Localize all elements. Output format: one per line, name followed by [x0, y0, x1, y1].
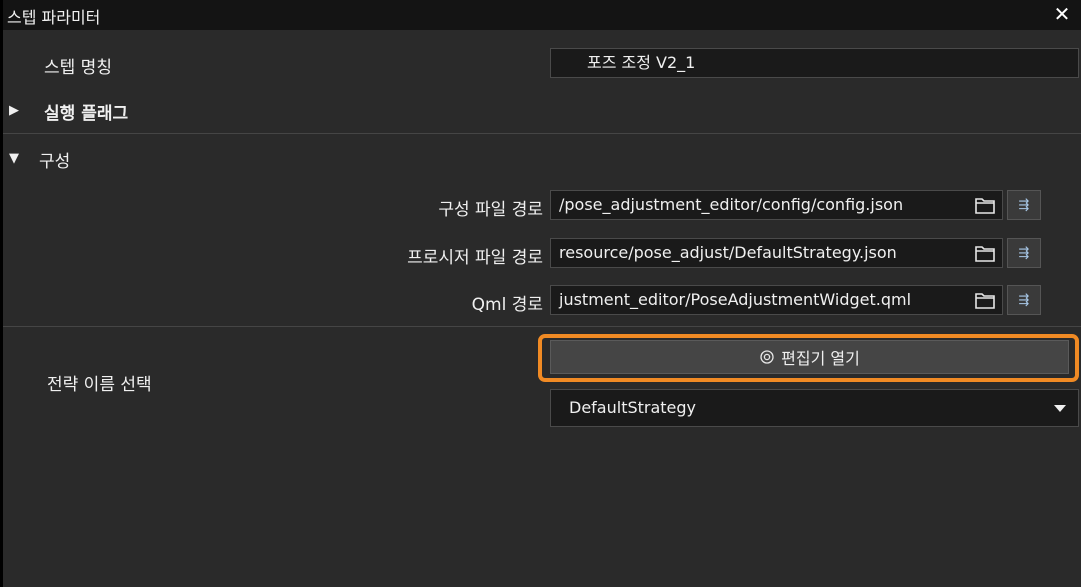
strategy-selected-value: DefaultStrategy [569, 398, 697, 417]
reload-icon: ⇶ [1018, 245, 1030, 261]
procedure-path-value: resource/pose_adjust/DefaultStrategy.jso… [559, 243, 897, 262]
close-icon: ✕ [1053, 2, 1071, 26]
reload-icon: ⇶ [1018, 197, 1030, 213]
step-name-label: 스텝 명칭 [44, 58, 112, 78]
step-parameters-panel: 스텝 파라미터 ✕ 스텝 명칭 포즈 조정 V2_1 ▶ 실행 플래그 ▼ 구성… [3, 0, 1081, 587]
qml-path-input[interactable]: justment_editor/PoseAdjustmentWidget.qml [550, 285, 1003, 315]
config-path-label: 구성 파일 경로 [438, 200, 543, 220]
refresh-button[interactable]: ⇶ [1007, 190, 1041, 220]
chevron-down-icon [1054, 405, 1066, 412]
folder-icon[interactable] [974, 290, 996, 310]
gear-icon [760, 350, 774, 364]
folder-icon[interactable] [974, 195, 996, 215]
config-label: 구성 [39, 152, 71, 172]
reload-icon: ⇶ [1018, 292, 1030, 308]
open-editor-button[interactable]: 편집기 열기 [550, 340, 1069, 374]
strategy-name-label: 전략 이름 선택 [47, 375, 152, 395]
refresh-button[interactable]: ⇶ [1007, 285, 1041, 315]
divider [3, 133, 1081, 134]
window-title: 스텝 파라미터 [7, 8, 101, 27]
run-flags-label: 실행 플래그 [44, 104, 129, 124]
open-editor-label: 편집기 열기 [781, 349, 860, 368]
step-name-input[interactable]: 포즈 조정 V2_1 [550, 48, 1079, 78]
qml-path-label: Qml 경로 [471, 295, 543, 315]
refresh-button[interactable]: ⇶ [1007, 238, 1041, 268]
config-path-value: /pose_adjustment_editor/config/config.js… [559, 195, 904, 214]
collapse-arrow-icon: ▼ [9, 151, 19, 166]
close-button[interactable]: ✕ [1049, 1, 1075, 27]
config-path-input[interactable]: /pose_adjustment_editor/config/config.js… [550, 190, 1003, 220]
procedure-path-label: 프로시저 파일 경로 [407, 248, 543, 268]
procedure-path-input[interactable]: resource/pose_adjust/DefaultStrategy.jso… [550, 238, 1003, 268]
expand-arrow-icon: ▶ [9, 103, 19, 118]
title-bar: 스텝 파라미터 ✕ [3, 0, 1081, 30]
folder-icon[interactable] [974, 243, 996, 263]
divider [3, 326, 1081, 327]
qml-path-value: justment_editor/PoseAdjustmentWidget.qml [559, 290, 912, 309]
strategy-select[interactable]: DefaultStrategy [550, 389, 1079, 427]
